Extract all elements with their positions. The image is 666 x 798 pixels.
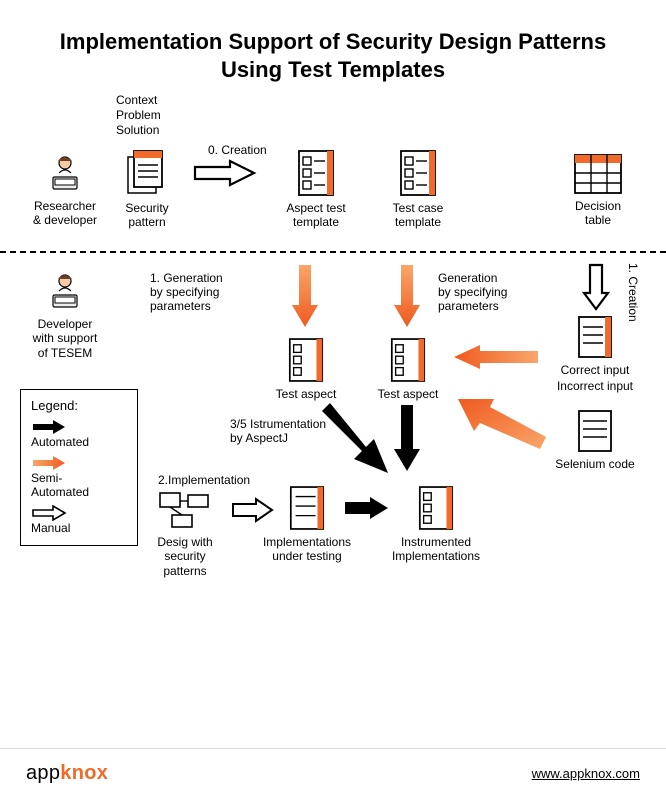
brand-part-2: knox [60,762,108,784]
brand-logo: appknox [26,762,108,785]
section-divider [0,251,666,253]
document-lines-icon [287,485,327,531]
document-stack-icon [125,149,169,197]
test-case-template-label: Test case template [378,201,458,230]
uml-boxes-icon [158,491,212,531]
checklist-icon [397,149,439,197]
security-pattern-node: Security pattern [112,149,182,230]
aspect-test-template-node: Aspect test template [276,149,356,230]
arrow-automated-icon [392,403,422,475]
arrow-semi-icon [290,263,320,331]
table-icon [573,153,623,195]
security-pattern-label: Security pattern [112,201,182,230]
legend-box: Legend: Automated Semi- Automated Manual [20,389,138,546]
decision-table-node: Decision table [558,153,638,228]
instrumented-impl-node: Instrumented Implementations [376,485,496,564]
diagram-canvas: Context Problem Solution Researcher & de… [0,93,666,733]
checklist-icon [388,337,428,383]
step-creation-0: 0. Creation [208,143,267,157]
test-aspect-2-node: Test aspect [368,337,448,401]
aspect-test-template-label: Aspect test template [276,201,356,230]
legend-title: Legend: [31,398,127,413]
researcher-node: Researcher & developer [20,153,110,228]
person-laptop-icon [44,271,86,313]
arrow-automated-icon [31,419,67,435]
page-title: Implementation Support of Security Desig… [0,0,666,93]
arrow-semi-icon [450,343,540,371]
test-aspect-1-label: Test aspect [266,387,346,401]
step-creation-1: 1. Creation [626,263,640,322]
arrow-manual-icon [31,505,67,521]
footer-url: www.appknox.com [532,766,640,781]
arrow-semi-icon [392,263,422,331]
checklist-icon [295,149,337,197]
researcher-label: Researcher & developer [20,199,110,228]
legend-semi: Semi- Automated [31,471,127,499]
step-gen-1: 1. Generation by specifying parameters [150,271,223,313]
arrow-manual-icon [582,263,610,313]
correct-input-label: Correct input [540,363,650,377]
arrow-automated-icon [314,403,394,483]
design-patterns-label: Desig with security patterns [140,535,230,578]
step-instr-35: 3/5 Istrumentation by AspectJ [230,417,326,445]
design-patterns-node: Desig with security patterns [140,491,230,578]
input-types-node: Correct input Incorrect input [540,315,650,394]
incorrect-input-label: Incorrect input [540,379,650,393]
instrumented-impl-label: Instrumented Implementations [376,535,496,564]
selenium-code-label: Selenium code [540,457,650,471]
test-aspect-1-node: Test aspect [266,337,346,401]
step-gen-2: Generation by specifying parameters [438,271,507,313]
context-label: Context Problem Solution [116,93,161,138]
arrow-semi-icon [31,455,67,471]
developer-tesem-label: Developer with support of TESEM [20,317,110,360]
legend-automated: Automated [31,435,127,449]
checklist-icon [416,485,456,531]
legend-manual: Manual [31,521,127,535]
selenium-code-node: Selenium code [540,409,650,471]
impl-testing-label: Implementations under testing [252,535,362,564]
step-impl-2: 2.Implementation [158,473,250,487]
brand-part-1: app [26,762,60,784]
checklist-icon [286,337,326,383]
arrow-semi-icon [450,393,550,453]
footer: appknox www.appknox.com [0,748,666,798]
test-aspect-2-label: Test aspect [368,387,448,401]
test-case-template-node: Test case template [378,149,458,230]
document-lines-icon [576,315,614,359]
document-lines-icon [576,409,614,453]
decision-table-label: Decision table [558,199,638,228]
developer-tesem-node: Developer with support of TESEM [20,271,110,360]
arrow-manual-icon [190,159,260,187]
person-laptop-icon [44,153,86,195]
